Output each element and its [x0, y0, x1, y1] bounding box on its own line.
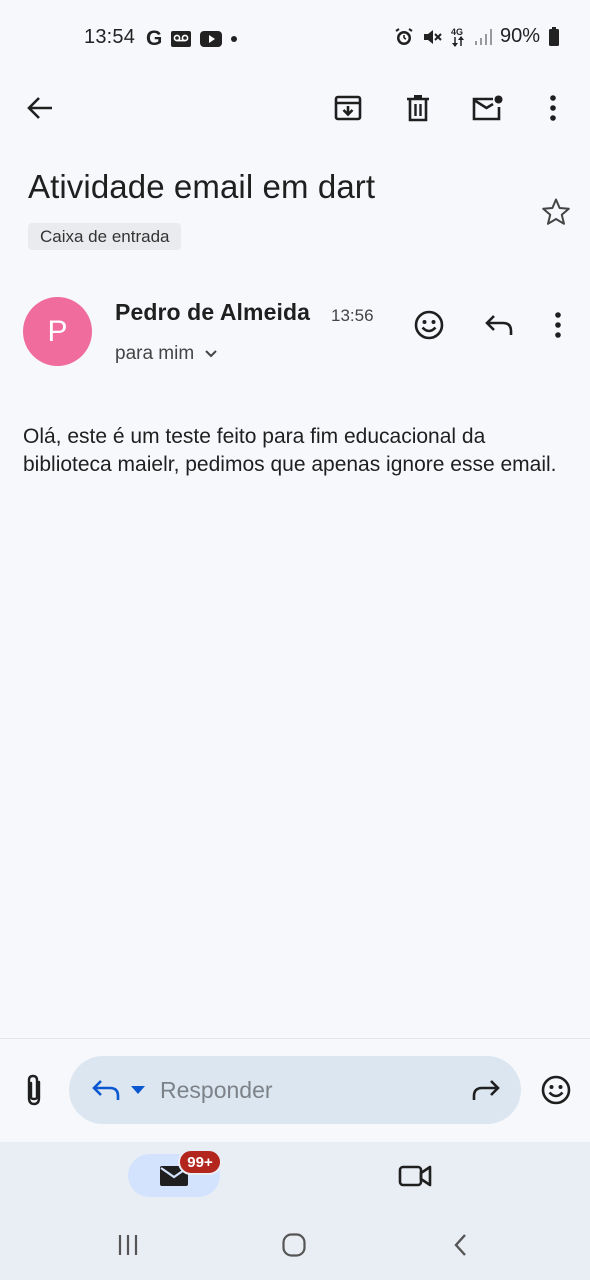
- mark-unread-icon: [471, 95, 503, 121]
- delete-icon: [406, 94, 430, 122]
- back-arrow-icon: [26, 96, 54, 120]
- chevron-down-icon: [204, 349, 218, 359]
- reply-button[interactable]: [480, 306, 518, 344]
- back-button[interactable]: [18, 88, 62, 128]
- attachment-icon: [24, 1073, 44, 1107]
- archive-icon: [334, 94, 362, 122]
- alarm-icon: [394, 27, 414, 47]
- reply-icon: [91, 1078, 121, 1102]
- delete-button[interactable]: [398, 88, 438, 128]
- recents-icon: [115, 1233, 141, 1257]
- status-right: 4G 90%: [394, 25, 560, 48]
- more-options-button[interactable]: [536, 88, 570, 128]
- chevron-left-icon: [452, 1232, 468, 1258]
- more-vert-icon: [549, 95, 557, 121]
- archive-button[interactable]: [328, 88, 368, 128]
- reply-emoji-button[interactable]: [538, 1072, 574, 1108]
- recipient-label: para mim: [115, 343, 195, 364]
- star-button[interactable]: [538, 194, 574, 230]
- attach-button[interactable]: [16, 1070, 52, 1110]
- voicemail-icon: [170, 30, 192, 48]
- status-left-icons: G: [146, 27, 238, 51]
- battery-level: 90%: [499, 25, 540, 47]
- sent-time: 13:56: [331, 306, 374, 325]
- email-subject: Atividade email em dart: [28, 168, 376, 205]
- mark-unread-button[interactable]: [466, 88, 508, 128]
- forward-button[interactable]: [468, 1072, 504, 1108]
- google-icon: G: [146, 27, 163, 50]
- emoji-icon: [540, 1074, 572, 1106]
- tab-meet[interactable]: [394, 1158, 436, 1194]
- sender-avatar[interactable]: P: [23, 297, 92, 366]
- email-body: Olá, este é um teste feito para fim educ…: [23, 425, 557, 476]
- emoji-icon: [413, 309, 445, 341]
- home-icon: [281, 1232, 307, 1258]
- reply-type-dropdown[interactable]: [128, 1080, 148, 1100]
- signal-icon: [474, 28, 492, 46]
- message-more-button[interactable]: [546, 306, 570, 344]
- label-chip-inbox[interactable]: Caixa de entrada: [28, 223, 182, 250]
- reply-divider: [0, 1038, 590, 1039]
- reply-type-button[interactable]: [88, 1072, 124, 1108]
- system-back-button[interactable]: [444, 1230, 476, 1260]
- video-camera-icon: [398, 1163, 432, 1189]
- caret-down-icon: [131, 1086, 145, 1094]
- unread-count-badge: 99+: [178, 1149, 222, 1175]
- reply-icon: [484, 313, 514, 337]
- more-vert-icon: [554, 312, 562, 338]
- reply-input[interactable]: [160, 1074, 450, 1106]
- battery-icon: [548, 26, 560, 47]
- sender-name[interactable]: Pedro de Almeida: [115, 299, 310, 326]
- recipient-details-toggle[interactable]: para mim: [115, 343, 218, 365]
- add-reaction-button[interactable]: [410, 306, 448, 344]
- mute-icon: [422, 27, 442, 47]
- dot-icon: [230, 35, 238, 43]
- system-home-button[interactable]: [278, 1230, 310, 1260]
- system-recents-button[interactable]: [112, 1230, 144, 1260]
- status-time: 13:54: [84, 26, 136, 48]
- network-4g-icon: 4G: [450, 26, 466, 48]
- forward-icon: [471, 1078, 501, 1102]
- svg-text:4G: 4G: [451, 27, 463, 37]
- youtube-icon: [200, 31, 223, 47]
- star-icon: [541, 197, 571, 227]
